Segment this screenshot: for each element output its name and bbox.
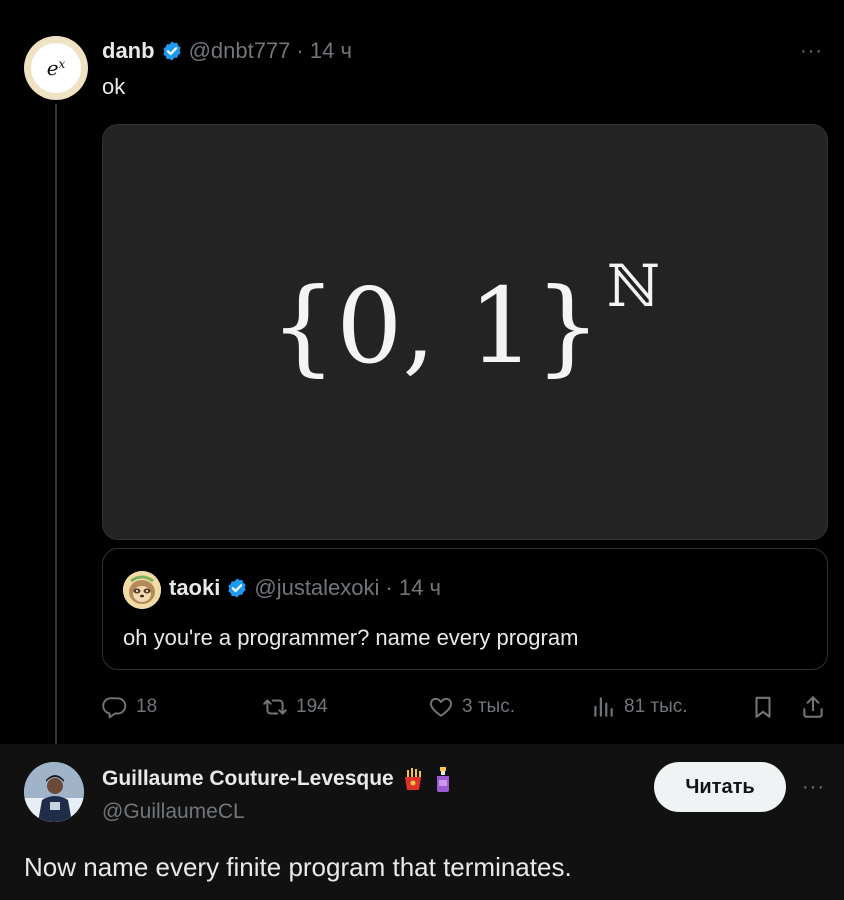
media-formula: {0, 1} ℕ: [270, 252, 660, 387]
verified-badge-icon: [162, 41, 181, 61]
tweet-actions: 18 194 3 тыс. 81 тыс.: [102, 694, 828, 726]
quote-time[interactable]: · 14 ч: [385, 575, 440, 601]
quote-text: oh you're a programmer? name every progr…: [123, 625, 579, 650]
formula-base: {0, 1}: [270, 265, 601, 387]
verified-badge-icon: [228, 578, 246, 598]
person-photo-icon: [24, 762, 84, 822]
tweet-time[interactable]: · 14 ч: [296, 38, 351, 64]
quote-header: taoki @justalexoki · 14 ч: [169, 575, 441, 601]
follow-button[interactable]: Читать: [654, 762, 786, 812]
more-options-icon[interactable]: ···: [800, 40, 823, 63]
like-button[interactable]: 3 тыс.: [428, 694, 515, 720]
like-count: 3 тыс.: [462, 696, 515, 717]
reply-button[interactable]: 18: [102, 694, 157, 720]
share-button[interactable]: [800, 694, 826, 720]
avatar-logo: ex: [31, 43, 81, 93]
formula-superscript: ℕ: [606, 252, 660, 320]
reply-tweet: Guillaume Couture-Levesque @GuillaumeCL …: [0, 744, 844, 900]
heart-icon: [430, 697, 452, 717]
sloth-avatar-icon: [123, 571, 161, 609]
repost-button[interactable]: 194: [262, 694, 328, 720]
tweet-header: danb @dnbt777 · 14 ч: [102, 38, 352, 64]
reply-icon: [102, 697, 127, 719]
reply-author-handle[interactable]: @GuillaumeCL: [102, 800, 245, 824]
quote-author-avatar[interactable]: [123, 571, 161, 609]
author-name[interactable]: danb: [102, 38, 155, 64]
main-tweet: ex danb @dnbt777 · 14 ч ··· ok {0, 1}ℕ: [0, 0, 844, 744]
reply-author-name[interactable]: Guillaume Couture-Levesque: [102, 767, 394, 791]
author-handle[interactable]: @dnbt777: [189, 38, 291, 64]
reply-count: 18: [136, 696, 158, 717]
quote-author-handle[interactable]: @justalexoki: [254, 575, 379, 601]
spray-bottle-emoji-icon: [436, 767, 449, 792]
views-button[interactable]: 81 тыс.: [590, 694, 688, 720]
tweet-media-image[interactable]: {0, 1} ℕ: [102, 124, 828, 540]
thread-line: [55, 104, 57, 744]
views-chart-icon: [594, 697, 613, 717]
tweet-text: ok: [102, 74, 126, 99]
repost-count: 194: [296, 696, 328, 717]
quoted-tweet[interactable]: taoki @justalexoki · 14 ч oh you're a pr…: [102, 548, 828, 670]
bookmark-button[interactable]: [750, 694, 776, 720]
bookmark-icon: [755, 696, 771, 718]
quote-author-name[interactable]: taoki: [169, 575, 220, 601]
share-icon: [803, 696, 823, 718]
reply-author-avatar[interactable]: [24, 762, 84, 822]
author-avatar[interactable]: ex: [24, 36, 88, 100]
view-count: 81 тыс.: [624, 696, 688, 717]
more-options-icon[interactable]: ···: [802, 776, 825, 799]
repost-icon: [263, 699, 287, 715]
fries-emoji-icon: [404, 768, 421, 790]
reply-author-header: Guillaume Couture-Levesque: [102, 766, 454, 792]
reply-text: Now name every finite program that termi…: [24, 852, 572, 882]
